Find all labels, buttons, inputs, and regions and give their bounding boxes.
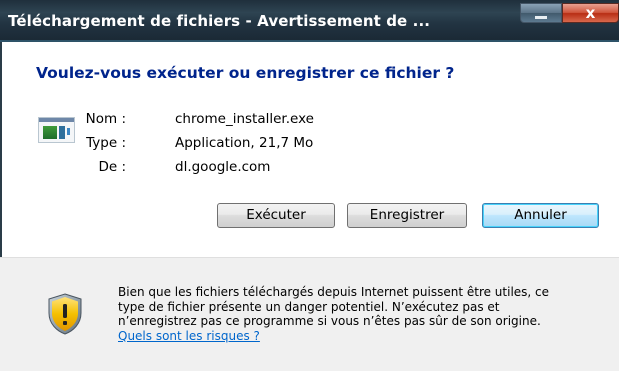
title-bar[interactable]: Téléchargement de fichiers - Avertisseme…	[0, 0, 619, 42]
warning-line: n’enregistrez pas ce programme si vous n…	[118, 314, 541, 328]
warning-message: Bien que les fichiers téléchargés depuis…	[118, 285, 619, 343]
file-source-value: dl.google.com	[175, 159, 271, 175]
window-title: Téléchargement de fichiers - Avertisseme…	[8, 12, 431, 30]
run-button[interactable]: Exécuter	[217, 203, 335, 228]
security-shield-icon	[48, 293, 82, 335]
cancel-button[interactable]: Annuler	[482, 203, 599, 228]
risks-link[interactable]: Quels sont les risques ?	[118, 329, 260, 344]
close-icon: x	[585, 4, 596, 22]
file-type-label: Type :	[86, 135, 126, 151]
save-button[interactable]: Enregistrer	[347, 203, 467, 228]
dialog-question: Voulez-vous exécuter ou enregistrer ce f…	[36, 64, 455, 82]
minimize-button[interactable]	[520, 3, 562, 23]
close-button[interactable]: x	[562, 3, 619, 23]
download-warning-dialog: Téléchargement de fichiers - Avertisseme…	[0, 0, 619, 371]
warning-line: type de fichier présente un danger poten…	[118, 299, 500, 314]
file-type-value: Application, 21,7 Mo	[175, 135, 314, 151]
file-name-label: Nom :	[85, 111, 126, 127]
warning-line: Bien que les fichiers téléchargés depuis…	[118, 285, 550, 299]
file-name-value: chrome_installer.exe	[175, 111, 314, 127]
file-source-label: De :	[98, 159, 126, 175]
